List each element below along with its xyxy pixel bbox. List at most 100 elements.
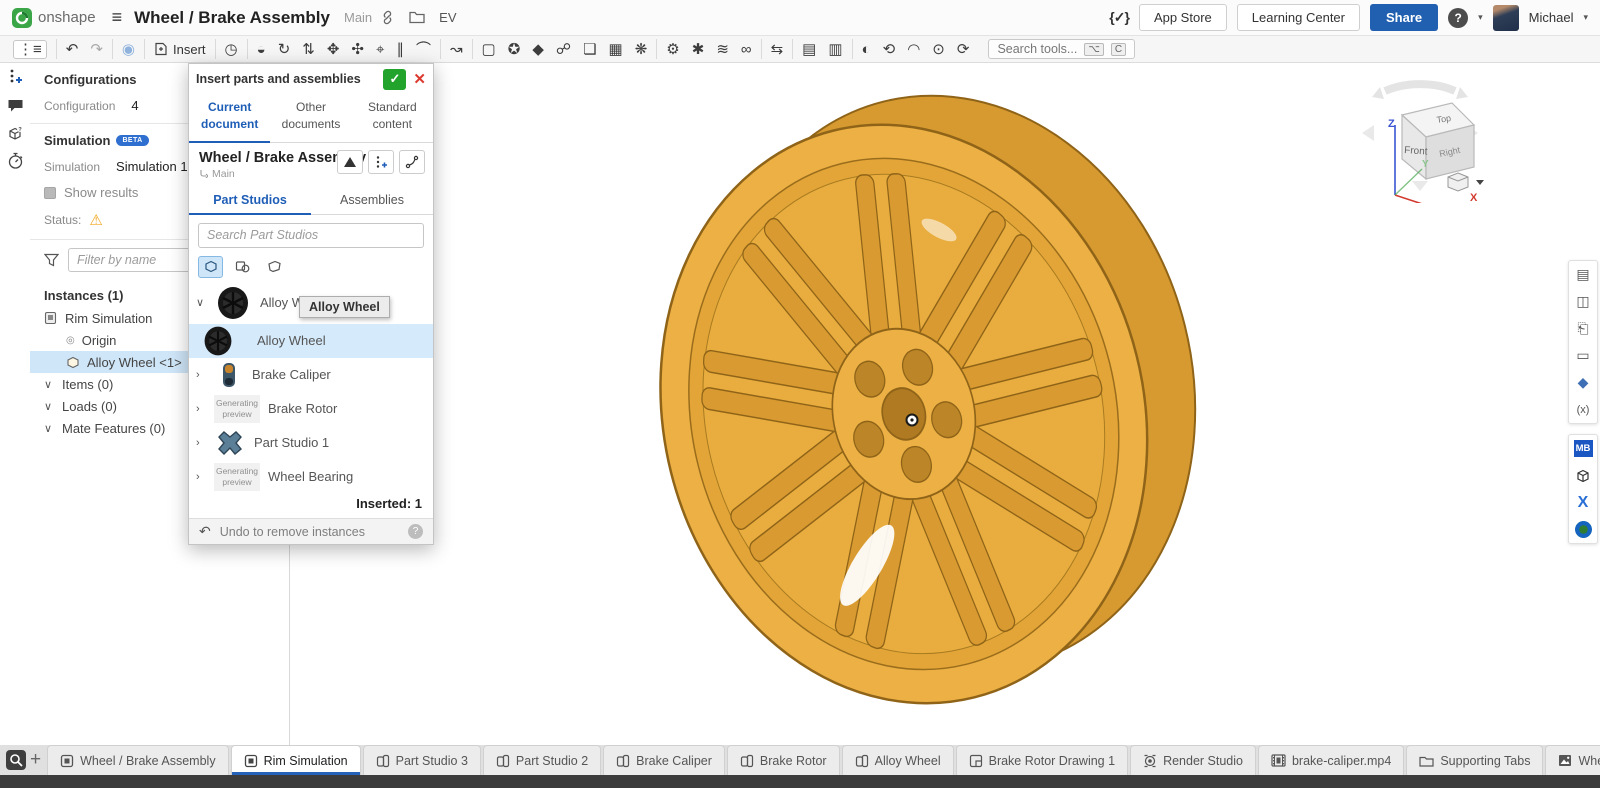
chevron-down-icon[interactable]: ∨ bbox=[196, 296, 206, 309]
display-states-icon[interactable]: ⟳ bbox=[957, 42, 970, 57]
warning-icon[interactable]: ⚠ bbox=[89, 211, 102, 229]
feature-gear-icon[interactable]: ⚙ bbox=[666, 42, 679, 57]
part-help-panel-icon[interactable]: ? bbox=[0, 119, 30, 147]
slider-mate-icon[interactable]: ⇅ bbox=[302, 42, 315, 57]
duplicate-icon[interactable]: ❏ bbox=[583, 42, 596, 57]
drawing-sheet-icon[interactable]: ▤ bbox=[802, 42, 816, 57]
exploded-view-icon[interactable]: ⟲ bbox=[883, 42, 896, 57]
tab-part-studio-3[interactable]: Part Studio 3 bbox=[363, 745, 481, 775]
filter-composite-button[interactable] bbox=[230, 256, 255, 278]
named-views-icon[interactable]: ◠ bbox=[907, 42, 920, 57]
user-avatar[interactable] bbox=[1493, 5, 1519, 31]
assembly-tree-toggle[interactable]: ⋮≡ bbox=[13, 40, 47, 59]
list-item-alloy-wheel-part[interactable]: Alloy Wheel bbox=[189, 324, 433, 358]
redo-icon[interactable]: ↷ bbox=[90, 42, 103, 57]
user-caret-icon[interactable]: ▾ bbox=[1583, 12, 1588, 23]
chevron-right-icon[interactable]: › bbox=[196, 369, 206, 381]
cylindrical-mate-icon[interactable]: ◒ bbox=[257, 42, 266, 57]
chevron-right-icon[interactable]: › bbox=[196, 471, 206, 483]
mate-relation-icon[interactable]: ↝ bbox=[450, 42, 463, 57]
link-icon[interactable] bbox=[380, 10, 395, 25]
filter-icon[interactable] bbox=[44, 253, 59, 267]
section-view-icon[interactable]: ◐ bbox=[862, 42, 871, 57]
mb-app-icon[interactable]: MB bbox=[1569, 435, 1597, 462]
alloy-wheel-model[interactable] bbox=[640, 75, 1200, 715]
help-icon[interactable]: ? bbox=[1448, 8, 1468, 28]
show-results-checkbox[interactable] bbox=[44, 187, 56, 199]
version-graph-button[interactable] bbox=[399, 150, 425, 174]
fastened-mate-icon[interactable]: ◷ bbox=[225, 42, 238, 57]
pin-slot-mate-icon[interactable]: ⌖ bbox=[376, 42, 384, 57]
belt-feature-icon[interactable]: ∞ bbox=[741, 42, 752, 57]
chevron-right-icon[interactable]: › bbox=[196, 437, 206, 449]
graphics-area[interactable]: Top Front Right Z X Y bbox=[291, 63, 1540, 745]
tab-brake-rotor[interactable]: Brake Rotor bbox=[727, 745, 840, 775]
view-options-button[interactable] bbox=[1448, 173, 1484, 191]
tab-supporting-tabs[interactable]: Supporting Tabs bbox=[1406, 745, 1543, 775]
tab-wheel-brake-assembly[interactable]: Wheel / Brake Assembly bbox=[47, 745, 228, 775]
insert-button[interactable]: Insert bbox=[154, 42, 206, 57]
globe-app-icon[interactable] bbox=[1569, 516, 1597, 543]
ball-mate-icon[interactable]: ✣ bbox=[351, 42, 364, 57]
tab-render-studio[interactable]: Render Studio bbox=[1130, 745, 1256, 775]
new-tab-button[interactable]: + bbox=[30, 748, 41, 772]
list-item-part-studio-1[interactable]: › Part Studio 1 bbox=[189, 426, 433, 460]
bom-panel-icon[interactable]: ◫ bbox=[1569, 288, 1597, 315]
chevron-right-icon[interactable]: › bbox=[196, 403, 206, 415]
tab-other-documents[interactable]: Other documents bbox=[270, 94, 351, 143]
export-part-panel-icon[interactable]: ⎗ bbox=[1569, 315, 1597, 342]
function-app-icon[interactable]: (x) bbox=[1569, 396, 1597, 423]
columns-icon[interactable]: ▥ bbox=[828, 42, 842, 57]
list-item-wheel-bearing[interactable]: › Generating preview Wheel Bearing bbox=[189, 460, 433, 494]
tab-current-document[interactable]: Current document bbox=[189, 94, 270, 143]
menu-icon[interactable]: ≡ bbox=[112, 7, 123, 28]
parallel-mate-icon[interactable]: ∥ bbox=[396, 42, 404, 57]
appearance-icon[interactable]: ⊙ bbox=[932, 42, 945, 57]
named-position-icon[interactable]: ☍ bbox=[556, 42, 571, 57]
mate-connector-button[interactable] bbox=[368, 150, 394, 174]
part-studio-search-input[interactable] bbox=[198, 223, 424, 248]
tab-alloy-wheel[interactable]: Alloy Wheel bbox=[842, 745, 954, 775]
transfer-icon[interactable]: ⇆ bbox=[771, 42, 784, 57]
tab-rim-simulation[interactable]: Rim Simulation bbox=[231, 745, 361, 775]
learning-center-button[interactable]: Learning Center bbox=[1237, 4, 1360, 31]
tab-brake-rotor-drawing-1[interactable]: Brake Rotor Drawing 1 bbox=[956, 745, 1128, 775]
undo-footer[interactable]: ↶ Undo to remove instances ? bbox=[189, 518, 433, 544]
undo-arrow-icon[interactable]: ↶ bbox=[199, 523, 211, 540]
project-name[interactable]: EV bbox=[439, 10, 456, 25]
tab-wheel-brake-assembly-image[interactable]: Wheel / Brake Assembl... bbox=[1545, 745, 1600, 775]
insert-feature-icon[interactable]: ✪ bbox=[508, 42, 521, 57]
x-app-icon[interactable]: X bbox=[1569, 489, 1597, 516]
app-store-button[interactable]: App Store bbox=[1139, 4, 1227, 31]
tab-brake-caliper[interactable]: Brake Caliper bbox=[603, 745, 725, 775]
tangent-mate-icon[interactable]: ⌒ bbox=[416, 42, 431, 57]
bom-table-icon[interactable]: ▦ bbox=[609, 42, 623, 57]
tab-assemblies[interactable]: Assemblies bbox=[311, 188, 433, 215]
marquee-select-icon[interactable]: ▢ bbox=[482, 42, 496, 57]
gem-app-icon[interactable]: ◆ bbox=[1569, 369, 1597, 396]
view-cube[interactable]: Top Front Right Z X Y bbox=[1340, 73, 1500, 203]
simulation-value[interactable]: Simulation 1 bbox=[116, 159, 188, 174]
feature-script-icon[interactable]: {✓} bbox=[1109, 9, 1129, 26]
feature-list-panel-icon[interactable]: ▤ bbox=[1569, 261, 1597, 288]
spring-feature-icon[interactable]: ≋ bbox=[716, 42, 729, 57]
view-cube-front-label[interactable]: Front bbox=[1404, 145, 1428, 158]
cube-app-icon[interactable] bbox=[1569, 462, 1597, 489]
stopwatch-panel-icon[interactable] bbox=[0, 147, 30, 175]
filter-surface-button[interactable] bbox=[262, 256, 287, 278]
update-icon[interactable]: ◉ bbox=[122, 42, 135, 57]
revolute-mate-icon[interactable]: ↻ bbox=[278, 42, 291, 57]
measure-panel-icon[interactable]: ▭ bbox=[1569, 342, 1597, 369]
replace-part-icon[interactable]: ◆ bbox=[532, 42, 544, 57]
workspace-name[interactable]: Main bbox=[344, 10, 372, 25]
onshape-logo[interactable]: onshape bbox=[12, 8, 96, 28]
list-item-brake-rotor[interactable]: › Generating preview Brake Rotor bbox=[189, 392, 433, 426]
comment-panel-icon[interactable] bbox=[0, 91, 30, 119]
view-cube-top-label[interactable]: Top bbox=[1436, 113, 1452, 125]
list-item-brake-caliper[interactable]: › Brake Caliper bbox=[189, 358, 433, 392]
share-button[interactable]: Share bbox=[1370, 4, 1438, 31]
help-caret-icon[interactable]: ▾ bbox=[1478, 12, 1483, 23]
configuration-value[interactable]: 4 bbox=[131, 98, 138, 113]
planar-mate-icon[interactable]: ✥ bbox=[327, 42, 340, 57]
close-button[interactable]: ✕ bbox=[413, 70, 426, 88]
